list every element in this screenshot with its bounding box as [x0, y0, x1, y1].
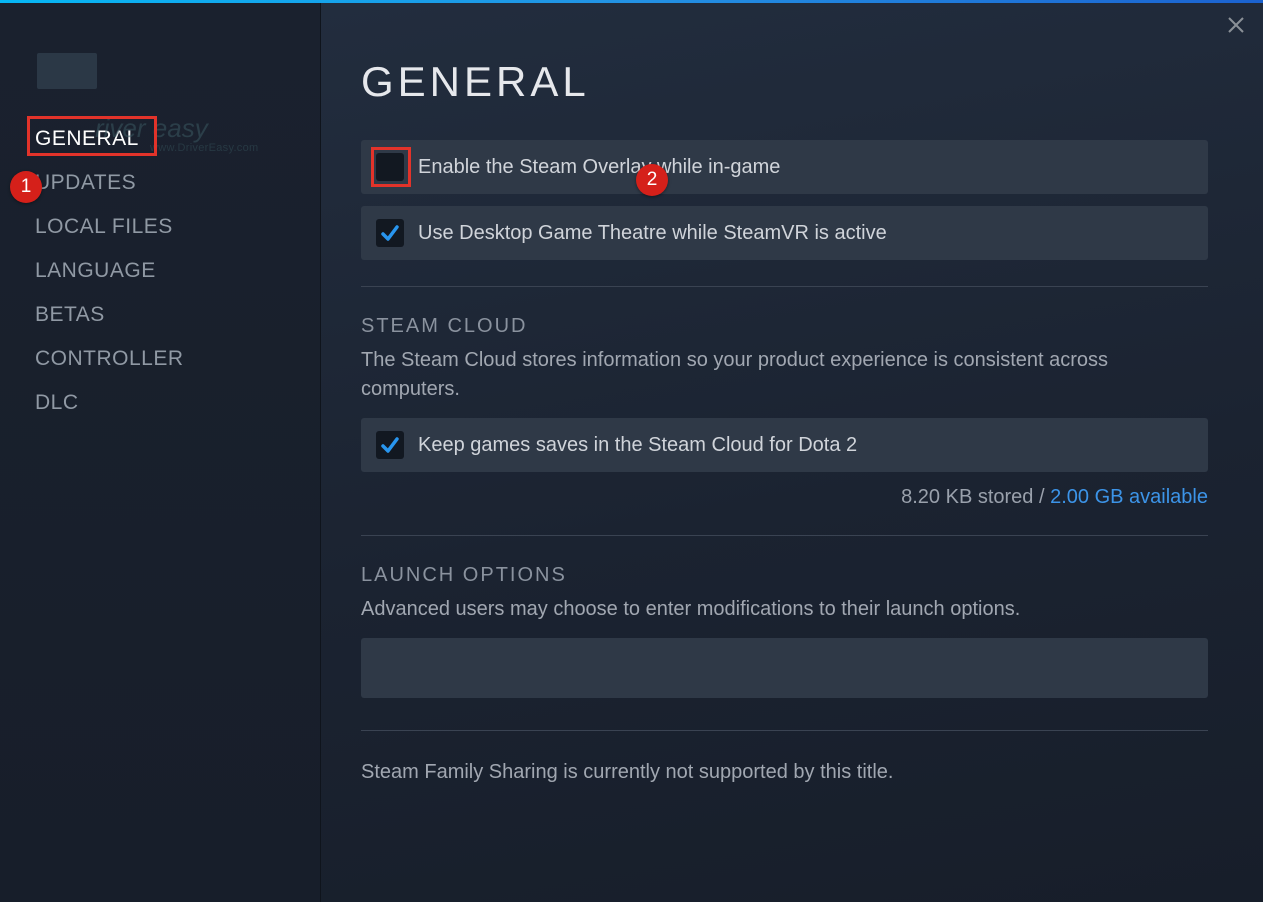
checkbox-enable-overlay[interactable] [376, 153, 404, 181]
main-panel: 2 GENERAL Enable the Steam Overlay while… [320, 3, 1263, 902]
sidebar-item-controller[interactable]: CONTROLLER [35, 337, 320, 381]
section-title: STEAM CLOUD [361, 315, 1208, 338]
sidebar-item-language[interactable]: LANGUAGE [35, 249, 320, 293]
properties-window: river easy www.DriverEasy.com GENERAL UP… [0, 3, 1263, 902]
section-launch-options: LAUNCH OPTIONS Advanced users may choose… [361, 535, 1208, 698]
section-title: LAUNCH OPTIONS [361, 564, 1208, 587]
sidebar-item-dlc[interactable]: DLC [35, 381, 320, 425]
close-icon [1227, 16, 1245, 34]
launch-options-input[interactable] [361, 638, 1208, 698]
checkbox-desktop-theatre[interactable] [376, 219, 404, 247]
annotation-badge-2: 2 [636, 164, 668, 196]
option-label: Enable the Steam Overlay while in-game [418, 156, 780, 179]
checkmark-icon [380, 435, 400, 455]
sidebar-item-betas[interactable]: BETAS [35, 293, 320, 337]
sidebar-item-updates[interactable]: UPDATES [35, 161, 320, 205]
sidebar: river easy www.DriverEasy.com GENERAL UP… [0, 3, 320, 902]
family-sharing-note: Steam Family Sharing is currently not su… [361, 730, 1208, 784]
page-title: GENERAL [361, 58, 1208, 106]
storage-used: 8.20 KB stored / [901, 486, 1050, 508]
storage-available-link[interactable]: 2.00 GB available [1050, 486, 1208, 508]
option-label: Keep games saves in the Steam Cloud for … [418, 434, 857, 457]
option-enable-overlay[interactable]: Enable the Steam Overlay while in-game [361, 140, 1208, 194]
checkmark-icon [380, 223, 400, 243]
annotation-badge-1: 1 [10, 171, 42, 203]
option-cloud-saves[interactable]: Keep games saves in the Steam Cloud for … [361, 418, 1208, 472]
sidebar-item-local-files[interactable]: LOCAL FILES [35, 205, 320, 249]
section-steam-cloud: STEAM CLOUD The Steam Cloud stores infor… [361, 286, 1208, 509]
section-description: Advanced users may choose to enter modif… [361, 595, 1208, 624]
section-description: The Steam Cloud stores information so yo… [361, 346, 1208, 404]
checkbox-cloud-saves[interactable] [376, 431, 404, 459]
game-thumbnail [37, 53, 97, 89]
option-label: Use Desktop Game Theatre while SteamVR i… [418, 222, 887, 245]
sidebar-item-general[interactable]: GENERAL [35, 117, 320, 161]
cloud-storage-info: 8.20 KB stored / 2.00 GB available [361, 486, 1208, 509]
close-button[interactable] [1224, 13, 1248, 37]
option-desktop-theatre[interactable]: Use Desktop Game Theatre while SteamVR i… [361, 206, 1208, 260]
